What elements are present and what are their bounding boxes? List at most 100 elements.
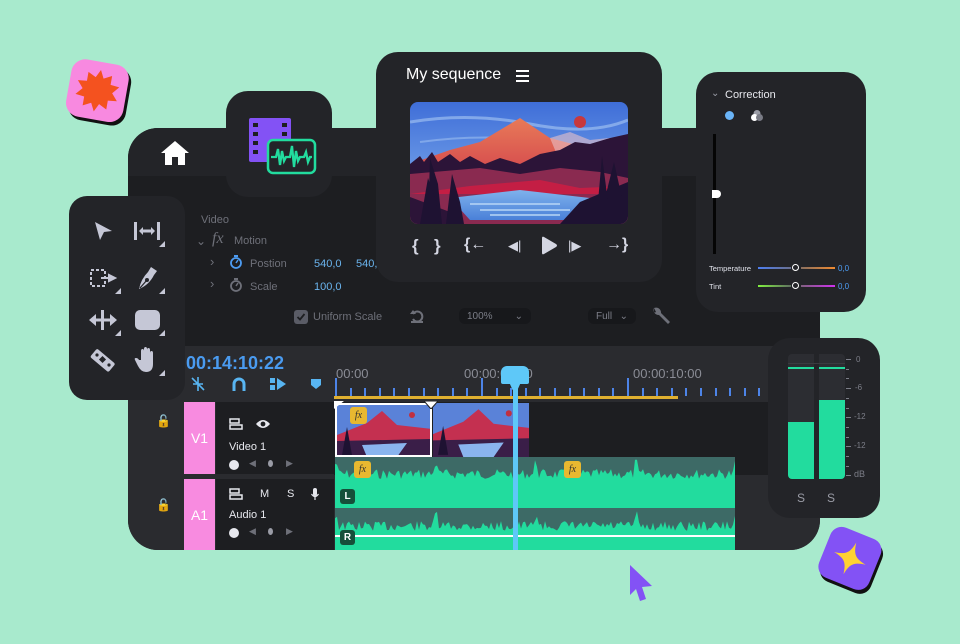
media-film-audio-icon[interactable] bbox=[248, 117, 318, 177]
correction-panel: ⌄ Correction Temperature 0,0 Tint 0,0 bbox=[696, 72, 866, 312]
slip-tool[interactable] bbox=[83, 302, 123, 338]
meter-scale-tick bbox=[846, 446, 851, 448]
lock-icon[interactable]: 🔓 bbox=[156, 498, 171, 512]
position-y-value[interactable]: 540, bbox=[356, 258, 377, 270]
temperature-value[interactable]: 0,0 bbox=[838, 264, 849, 273]
tint-track-left[interactable] bbox=[758, 285, 791, 287]
ruler-label: 00:00:10:00 bbox=[633, 366, 702, 381]
playhead-line bbox=[512, 388, 518, 550]
collapse-chevron-icon[interactable]: ⌄ bbox=[196, 234, 206, 248]
solo-button[interactable]: S bbox=[287, 488, 294, 500]
solo-left-button[interactable]: S bbox=[797, 491, 805, 505]
tool-menu-indicator bbox=[159, 288, 165, 294]
tint-track-right[interactable] bbox=[801, 285, 835, 287]
property-name: Scale bbox=[250, 281, 278, 293]
sequence-title: My sequence bbox=[406, 66, 502, 83]
lock-icon[interactable]: 🔓 bbox=[156, 414, 171, 428]
expand-chevron-icon[interactable]: › bbox=[210, 276, 214, 291]
eye-icon[interactable] bbox=[255, 418, 271, 430]
add-keyframe-icon[interactable] bbox=[268, 460, 273, 467]
ruler-minor-tick bbox=[597, 388, 600, 396]
rgb-mode-icon[interactable] bbox=[750, 109, 764, 122]
mark-in-button[interactable]: { bbox=[412, 236, 419, 256]
tint-value[interactable]: 0,0 bbox=[838, 282, 849, 291]
video-preview[interactable] bbox=[410, 102, 628, 224]
prev-keyframe-icon[interactable]: ◀ bbox=[249, 458, 256, 469]
ruler-minor-tick bbox=[758, 388, 761, 396]
playhead[interactable] bbox=[501, 366, 530, 550]
fx-badge[interactable]: fx bbox=[354, 461, 371, 478]
track-target-v1[interactable]: V1 bbox=[184, 402, 215, 474]
tint-slider-thumb[interactable] bbox=[792, 282, 799, 289]
hamburger-menu-icon[interactable] bbox=[516, 70, 529, 82]
timecode[interactable]: 00:14:10:22 bbox=[186, 353, 284, 374]
toggle-sync-icon[interactable] bbox=[229, 488, 243, 500]
expand-chevron-icon[interactable]: › bbox=[210, 254, 214, 269]
meter-scale-label: -12 bbox=[854, 441, 866, 450]
chevron-down-icon: ⌄ bbox=[619, 310, 628, 322]
uniform-scale-checkbox[interactable] bbox=[294, 310, 308, 324]
meter-scale-tick bbox=[846, 456, 849, 457]
wrench-icon[interactable] bbox=[651, 306, 671, 326]
stopwatch-icon[interactable] bbox=[229, 254, 243, 269]
pen-tool[interactable] bbox=[127, 260, 167, 296]
track-name[interactable]: Video 1 bbox=[229, 441, 266, 453]
panel-title: Correction bbox=[725, 89, 776, 101]
keyframe-toggle-icon[interactable] bbox=[229, 460, 239, 470]
track-name[interactable]: Audio 1 bbox=[229, 509, 266, 521]
zoom-select[interactable]: 100% ⌄ bbox=[459, 308, 531, 324]
ripple-edit-tool[interactable] bbox=[83, 260, 123, 296]
fx-badge[interactable]: fx bbox=[564, 461, 581, 478]
home-icon[interactable] bbox=[160, 140, 190, 166]
ruler-minor-tick bbox=[729, 388, 732, 396]
go-to-in-button[interactable]: {← bbox=[464, 236, 486, 254]
next-keyframe-icon[interactable]: ▶ bbox=[286, 526, 293, 537]
reset-icon[interactable] bbox=[409, 308, 425, 324]
track-target-a1[interactable]: A1 bbox=[184, 479, 215, 550]
magnet-icon[interactable] bbox=[231, 376, 247, 392]
pen-icon bbox=[139, 267, 157, 289]
fx-badge[interactable]: fx bbox=[350, 407, 367, 424]
collapse-chevron-icon[interactable]: ⌄ bbox=[711, 88, 719, 99]
temperature-track-right[interactable] bbox=[801, 267, 835, 269]
solo-right-button[interactable]: S bbox=[827, 491, 835, 505]
stopwatch-icon[interactable] bbox=[229, 277, 243, 292]
next-keyframe-icon[interactable]: ▶ bbox=[286, 458, 293, 469]
scale-value[interactable]: 100,0 bbox=[314, 281, 342, 293]
single-color-mode-icon[interactable] bbox=[725, 111, 734, 120]
track-select-tool[interactable] bbox=[127, 213, 167, 249]
step-back-button[interactable]: ◀| bbox=[508, 238, 521, 254]
razor-tool[interactable] bbox=[83, 342, 123, 378]
time-ruler[interactable]: 00:00 00:00:05:00 00:00:10:00 bbox=[334, 346, 820, 402]
out-point-marker[interactable] bbox=[424, 401, 438, 409]
in-point-marker[interactable] bbox=[334, 401, 344, 409]
microphone-icon[interactable] bbox=[310, 487, 320, 501]
add-keyframe-icon[interactable] bbox=[268, 528, 273, 535]
mark-out-button[interactable]: } bbox=[434, 236, 441, 256]
temperature-track-left[interactable] bbox=[758, 267, 791, 269]
hand-tool[interactable] bbox=[127, 342, 167, 378]
quality-select[interactable]: Full ⌄ bbox=[588, 308, 636, 324]
go-to-out-button[interactable]: →} bbox=[606, 236, 628, 254]
keyframe-toggle-icon[interactable] bbox=[229, 528, 239, 538]
position-x-value[interactable]: 540,0 bbox=[314, 258, 342, 270]
play-button[interactable] bbox=[540, 236, 558, 255]
toggle-sync-icon[interactable] bbox=[229, 418, 243, 430]
vertical-slider-thumb[interactable] bbox=[712, 190, 721, 198]
mute-button[interactable]: M bbox=[260, 488, 269, 500]
ripple-edit-icon bbox=[90, 269, 117, 287]
selection-tool[interactable] bbox=[83, 213, 123, 249]
meter-scale-tick bbox=[846, 465, 849, 467]
linked-selection-icon[interactable] bbox=[269, 376, 287, 392]
snap-icon[interactable] bbox=[190, 376, 206, 392]
prev-keyframe-icon[interactable]: ◀ bbox=[249, 526, 256, 537]
audio-clip[interactable] bbox=[335, 457, 735, 550]
playhead-handle[interactable] bbox=[501, 366, 530, 384]
rectangle-tool[interactable] bbox=[127, 302, 167, 338]
tool-menu-indicator bbox=[115, 330, 121, 336]
step-forward-button[interactable]: |▶ bbox=[568, 238, 581, 254]
volume-rubber-band[interactable] bbox=[335, 535, 735, 537]
slider-label: Tint bbox=[709, 282, 722, 291]
temperature-slider-thumb[interactable] bbox=[792, 264, 799, 271]
marker-icon[interactable] bbox=[310, 378, 322, 390]
